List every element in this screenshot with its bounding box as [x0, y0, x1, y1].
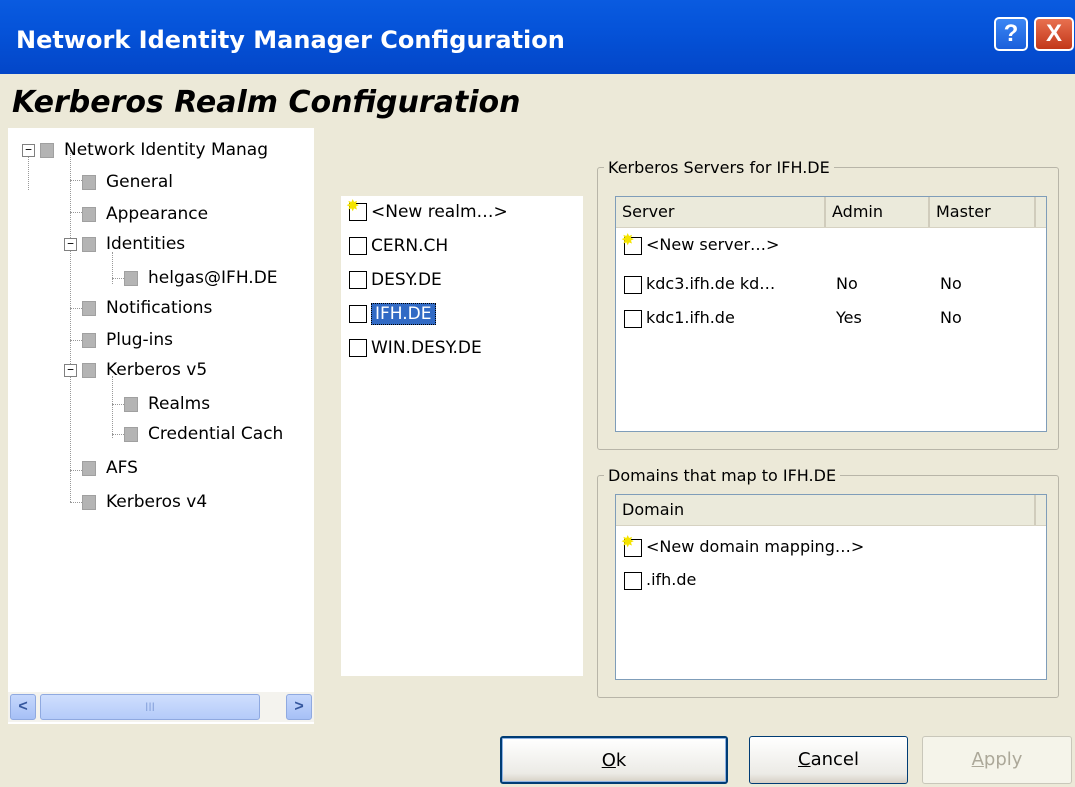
domain-checkbox[interactable]: ✸: [621, 533, 642, 557]
servers-group-label: Kerberos Servers for IFH.DE: [608, 158, 830, 177]
node-icon: [124, 396, 138, 412]
list-item-new-domain[interactable]: ✸ <New domain mapping…>: [621, 532, 864, 562]
close-icon: X: [1045, 20, 1062, 47]
apply-button[interactable]: Apply: [922, 736, 1072, 784]
scroll-thumb[interactable]: III: [40, 694, 260, 720]
tree-item-network-identity-manager[interactable]: Network Identity Manag: [40, 136, 268, 164]
tree-item-kerberos-v4[interactable]: Kerberos v4: [82, 488, 207, 516]
column-server[interactable]: Server: [616, 197, 826, 227]
help-button[interactable]: ?: [994, 17, 1028, 51]
collapse-toggle[interactable]: −: [64, 364, 77, 377]
collapse-toggle[interactable]: −: [22, 144, 35, 157]
servers-header: Server Admin Master: [616, 197, 1046, 228]
list-item-new-server[interactable]: ✸ <New server…>: [621, 230, 779, 260]
close-button[interactable]: X: [1034, 17, 1074, 51]
cell-admin: Yes: [836, 308, 862, 327]
help-icon: ?: [1003, 20, 1019, 47]
list-item-domain[interactable]: .ifh.de: [624, 565, 696, 595]
realm-checkbox[interactable]: [349, 305, 367, 323]
column-master[interactable]: Master: [930, 197, 1036, 227]
scroll-right-button[interactable]: >: [286, 694, 312, 720]
realm-checkbox[interactable]: [349, 237, 367, 255]
collapse-toggle[interactable]: −: [64, 238, 77, 251]
grip-icon: III: [144, 700, 155, 714]
node-icon: [82, 236, 96, 252]
tree-item-identities[interactable]: Identities: [82, 230, 185, 258]
realm-list[interactable]: ✸ <New realm…> CERN.CH DESY.DE IFH.DE WIN…: [341, 196, 583, 676]
tree-item-appearance[interactable]: Appearance: [82, 200, 208, 228]
node-icon: [82, 300, 96, 316]
realm-checkbox[interactable]: [349, 339, 367, 357]
list-item-new-realm[interactable]: ✸ <New realm…>: [346, 198, 508, 226]
server-checkbox[interactable]: [624, 309, 642, 328]
cancel-button[interactable]: Cancel: [749, 736, 908, 784]
config-tree[interactable]: − − − Network Identity Manag General App…: [8, 128, 314, 724]
node-icon: [40, 142, 54, 158]
star-icon: ✸: [621, 229, 635, 249]
cell-admin: No: [836, 274, 858, 293]
tree-line: [70, 150, 71, 502]
chevron-left-icon: <: [18, 698, 28, 715]
node-icon: [124, 426, 138, 442]
node-icon: [82, 174, 96, 190]
star-icon: ✸: [346, 196, 360, 215]
star-icon: ✸: [621, 531, 635, 551]
node-icon: [124, 270, 138, 286]
servers-listview[interactable]: Server Admin Master ✸ <New server…> kdc3.…: [615, 196, 1047, 432]
cell-master: No: [940, 308, 962, 327]
list-item-realm[interactable]: DESY.DE: [349, 266, 442, 294]
tree-item-plug-ins[interactable]: Plug-ins: [82, 326, 173, 354]
scroll-left-button[interactable]: <: [10, 694, 36, 720]
domain-checkbox[interactable]: [624, 571, 642, 590]
title-bar: Network Identity Manager Configuration ?…: [0, 0, 1075, 74]
list-item-realm[interactable]: WIN.DESY.DE: [349, 334, 482, 362]
tree-item-notifications[interactable]: Notifications: [82, 294, 212, 322]
tree-item-identity[interactable]: helgas@IFH.DE: [124, 264, 278, 292]
domains-group-label: Domains that map to IFH.DE: [608, 466, 837, 485]
tree-item-kerberos-v5[interactable]: Kerberos v5: [82, 356, 207, 384]
node-icon: [82, 206, 96, 222]
domains-header: Domain: [616, 495, 1046, 526]
node-icon: [82, 332, 96, 348]
chevron-right-icon: >: [294, 698, 304, 715]
page-heading: Kerberos Realm Configuration: [12, 85, 521, 120]
tree-item-afs[interactable]: AFS: [82, 454, 138, 482]
tree-horizontal-scrollbar[interactable]: < III >: [8, 692, 314, 722]
tree-item-realms[interactable]: Realms: [124, 390, 210, 418]
column-admin[interactable]: Admin: [826, 197, 930, 227]
table-row-server[interactable]: kdc3.ifh.de kd…: [624, 269, 775, 299]
server-checkbox[interactable]: ✸: [621, 231, 642, 255]
tree-line: [112, 376, 113, 438]
tree-item-credential-cache[interactable]: Credential Cach: [124, 420, 283, 448]
realm-checkbox[interactable]: [349, 271, 367, 289]
tree-item-general[interactable]: General: [82, 168, 173, 196]
server-checkbox[interactable]: [624, 275, 642, 294]
realm-checkbox[interactable]: ✸: [346, 198, 367, 221]
ok-button[interactable]: Ok: [500, 736, 728, 784]
list-item-realm-selected[interactable]: IFH.DE: [349, 300, 436, 328]
cell-master: No: [940, 274, 962, 293]
node-icon: [82, 362, 96, 378]
list-item-realm[interactable]: CERN.CH: [349, 232, 448, 260]
domains-listview[interactable]: Domain ✸ <New domain mapping…> .ifh.de: [615, 494, 1047, 680]
window-title: Network Identity Manager Configuration: [16, 26, 565, 54]
column-domain[interactable]: Domain: [616, 495, 1036, 525]
table-row-server[interactable]: kdc1.ifh.de: [624, 303, 735, 333]
node-icon: [82, 494, 96, 510]
node-icon: [82, 460, 96, 476]
